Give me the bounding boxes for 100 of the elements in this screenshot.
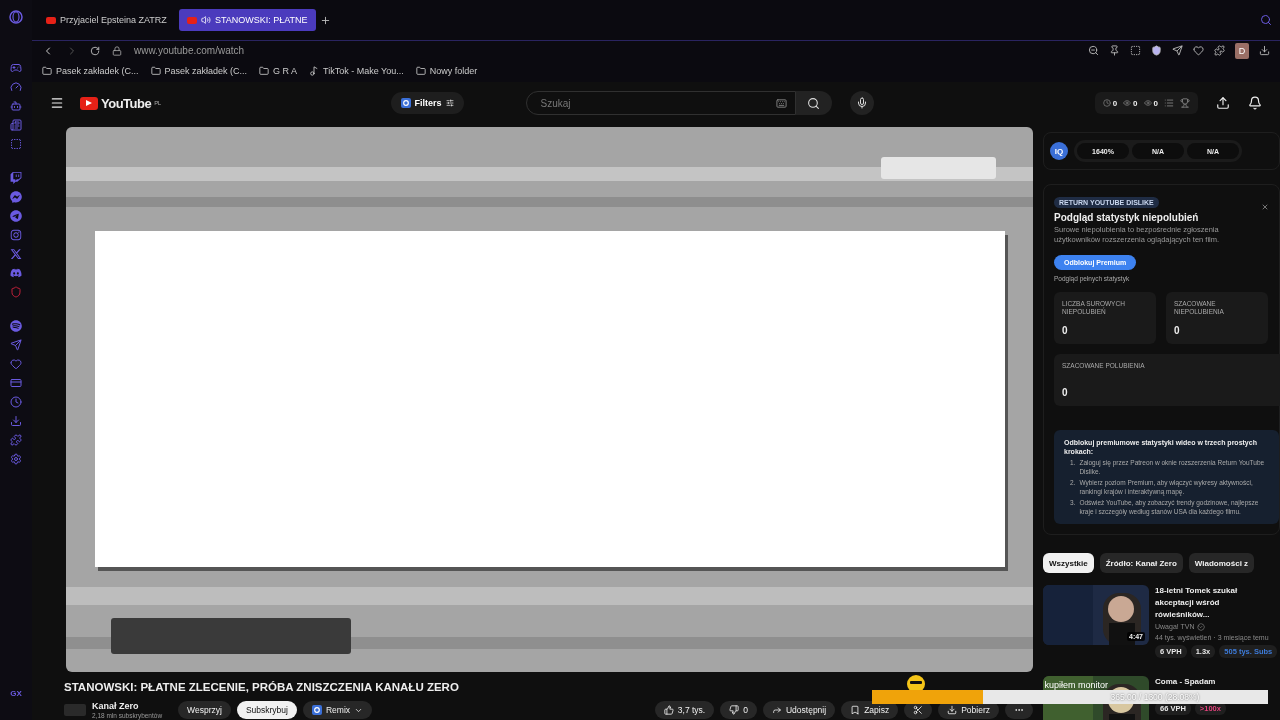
search-icon[interactable] <box>1260 14 1272 26</box>
iq-icon <box>400 98 411 108</box>
messenger-icon[interactable] <box>10 191 22 203</box>
filters-button[interactable]: Filters <box>390 92 464 114</box>
address-field[interactable]: www.youtube.com/watch <box>134 45 245 56</box>
download-icon[interactable] <box>1259 45 1270 56</box>
bell-icon <box>1248 96 1262 110</box>
iq-icon <box>311 705 322 715</box>
search-button[interactable] <box>795 91 832 115</box>
counter: 0 <box>1123 98 1138 108</box>
thumbs-down-icon <box>729 705 740 715</box>
twitch-icon[interactable] <box>10 172 22 184</box>
play-icon <box>80 96 98 110</box>
square-icon[interactable] <box>10 138 22 150</box>
list-icon[interactable] <box>1164 98 1174 108</box>
x-icon[interactable] <box>10 248 22 260</box>
folder-icon <box>150 66 161 76</box>
pin-icon[interactable] <box>1109 45 1120 56</box>
search-input[interactable]: Szukaj <box>538 96 776 110</box>
youtube-logo[interactable]: YouTube $^{PL}$ <box>80 95 161 111</box>
robot-icon[interactable] <box>10 100 22 112</box>
download-icon[interactable] <box>10 415 22 427</box>
bookmark[interactable]: G R A <box>259 66 298 76</box>
send-icon[interactable] <box>10 339 22 351</box>
extensions-icon[interactable] <box>1214 45 1225 56</box>
settings-icon[interactable] <box>10 453 22 465</box>
youtube-icon <box>186 16 197 24</box>
bookmark[interactable]: Nowy folder <box>415 66 478 76</box>
keyboard-icon[interactable] <box>775 97 787 109</box>
upload-icon <box>1216 96 1230 110</box>
stat-number: 0 <box>1062 325 1069 336</box>
instagram-icon[interactable] <box>10 229 22 241</box>
wallet-icon[interactable] <box>10 377 22 389</box>
filter-chip[interactable]: Wszystkie <box>1043 553 1094 573</box>
filter-chip[interactable]: Wiadomości z <box>1188 553 1255 573</box>
browser-tab[interactable]: Przyjaciel Epsteina ZATRZ <box>38 9 175 31</box>
eye-icon <box>1143 99 1152 107</box>
heart-icon[interactable] <box>10 358 22 370</box>
stat-number: 0 <box>1062 387 1069 398</box>
goal-label: kupiłem monitor <box>1044 680 1108 690</box>
folder-icon <box>415 66 426 76</box>
share-button[interactable]: Udostępnij <box>762 701 836 719</box>
zoom-out-icon[interactable] <box>1088 45 1099 56</box>
card-title: Podgląd statystyk niepolubień <box>1054 212 1200 223</box>
discord-icon[interactable] <box>10 267 22 279</box>
video-link[interactable]: Coma - Spadam <box>1155 676 1273 688</box>
search-icon <box>807 96 821 110</box>
snapshot-icon[interactable] <box>1130 45 1141 56</box>
save-button[interactable]: Zapisz <box>841 701 899 719</box>
heart-icon[interactable] <box>1193 45 1204 56</box>
gauge-icon[interactable] <box>10 81 22 93</box>
channel-name[interactable]: Kanał Zero <box>92 700 163 712</box>
video-title: STANOWSKI: PŁATNE ZLECENIE, PRÓBA ZNISZCZENIA KANAŁU ZERO <box>64 681 459 693</box>
folder-icon <box>42 66 52 76</box>
download-icon <box>947 705 958 715</box>
new-tab-icon[interactable] <box>319 14 331 26</box>
stat-number: 0 <box>1174 325 1181 336</box>
speaker-icon <box>200 15 211 25</box>
video-link[interactable]: 18-letni Tomek szukał akceptacji wśród rówieśników... <box>1155 585 1273 621</box>
counter: 0 <box>1102 98 1118 108</box>
filter-chip[interactable]: Źródło: Kanał Zero <box>1099 553 1183 573</box>
trophy-icon[interactable] <box>1180 98 1190 108</box>
sidebar-label: GX <box>10 689 22 698</box>
like-button[interactable]: 3,7 tys. <box>654 701 715 719</box>
history-icon[interactable] <box>10 396 22 408</box>
close-icon[interactable] <box>1261 203 1269 211</box>
music-note-icon <box>309 66 320 76</box>
shield-icon[interactable] <box>1151 45 1162 56</box>
profile-avatar[interactable]: D <box>1235 42 1249 59</box>
counter: 0 <box>1143 98 1158 108</box>
channel-button[interactable]: Wesprzyj <box>178 701 231 719</box>
sliders-icon <box>445 99 454 107</box>
spotify-icon[interactable] <box>10 320 22 332</box>
upload-button[interactable] <box>1216 96 1230 110</box>
extensions-icon[interactable] <box>10 434 22 446</box>
browser-tab[interactable]: STANOWSKI: PŁATNE <box>178 9 316 31</box>
channel-button[interactable]: Remix <box>302 701 373 719</box>
scissors-icon <box>913 705 924 715</box>
send-icon[interactable] <box>1172 45 1183 56</box>
news-icon[interactable] <box>10 119 22 131</box>
microphone-icon <box>855 97 868 109</box>
youtube-icon <box>46 16 56 24</box>
notifications-button[interactable] <box>1248 96 1262 110</box>
browser-logo-icon[interactable] <box>9 10 23 24</box>
dislike-button[interactable]: 0 <box>720 701 757 719</box>
bookmark[interactable]: TikTok - Make You... <box>309 66 404 76</box>
eye-icon <box>1123 99 1132 107</box>
lock-icon <box>112 45 122 56</box>
bookmark[interactable]: Pasek zakładek (C... <box>42 66 139 76</box>
channel-button[interactable]: Subskrybuj <box>236 701 297 719</box>
gamepad-icon[interactable] <box>10 62 22 74</box>
clock-icon <box>1102 99 1111 107</box>
iq-badge[interactable]: IQ <box>1050 142 1068 160</box>
bookmark-icon <box>850 705 861 715</box>
folder-icon <box>259 66 270 76</box>
telegram-icon[interactable] <box>10 210 22 222</box>
reload-icon[interactable] <box>90 45 100 56</box>
menu-icon[interactable] <box>50 96 64 110</box>
microphone-button[interactable] <box>849 91 874 115</box>
bookmark[interactable]: Pasek zakładek (C... <box>150 66 248 76</box>
